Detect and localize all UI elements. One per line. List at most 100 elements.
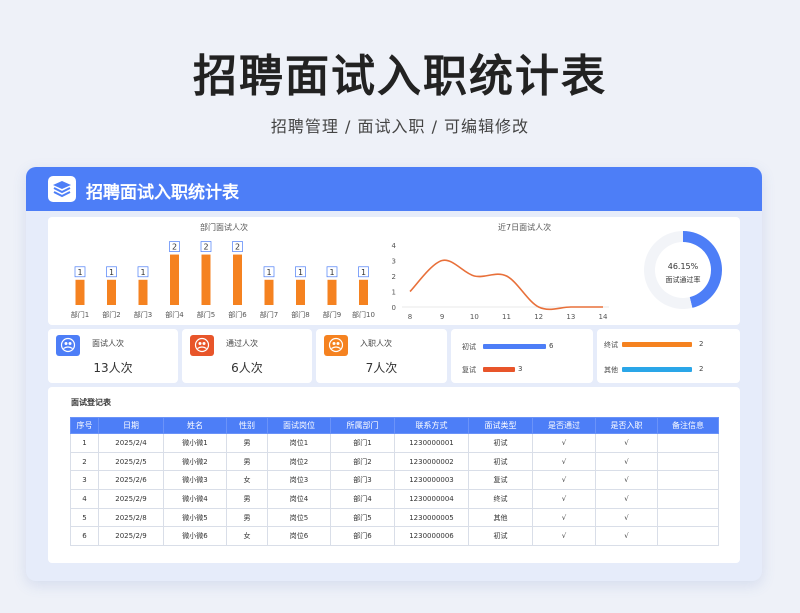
type-bar — [483, 367, 515, 372]
table-row: 6 2025/2/9 微小微6 女岗位6 部门6 1230000006 初试 √ √ — [70, 526, 719, 547]
column-header: 联系方式 — [394, 417, 469, 434]
table-cell: 微小微6 — [163, 526, 227, 547]
table-cell — [657, 470, 719, 491]
bar-chart-title: 部门面试人次 — [200, 223, 248, 232]
table-cell: √ — [595, 470, 658, 491]
table-cell — [657, 489, 719, 509]
y-tick-label: 2 — [392, 273, 396, 281]
data-label: 1 — [298, 268, 303, 277]
table-cell: 1 — [70, 433, 99, 453]
x-tick-label: 14 — [599, 313, 608, 321]
chart-panel: 部门面试人次 1 部门1 1 部门2 1 部门3 2 部门4 2 部门5 2 部门6 1 部门7 1 部门8 1… — [48, 217, 740, 325]
y-tick-label: 3 — [392, 258, 396, 266]
table-cell: 2 — [70, 451, 99, 472]
bar — [359, 279, 368, 305]
table-cell: 5 — [70, 507, 99, 528]
bar — [75, 279, 85, 305]
table-cell: 男 — [226, 489, 268, 509]
users-icon — [56, 335, 80, 356]
table-cell: √ — [595, 526, 658, 547]
column-header: 面试类型 — [468, 417, 533, 434]
type-label: 复试 — [462, 366, 476, 374]
table-cell: 微小微1 — [163, 433, 227, 453]
table-panel: 面试登记表 序号 日期 姓名 性别 面试岗位 所属部门 联系方式 面试类型 是否… — [48, 387, 740, 563]
type-value: 2 — [699, 365, 704, 373]
type-value: 2 — [699, 340, 704, 348]
table-cell: √ — [595, 451, 658, 472]
table-cell: 2025/2/5 — [98, 451, 164, 472]
table-cell: 部门1 — [330, 433, 395, 453]
data-label: 2 — [235, 243, 240, 252]
table-cell: 1230000004 — [394, 489, 469, 509]
table-cell: 部门6 — [330, 526, 395, 547]
x-tick-label: 部门1 — [71, 310, 89, 319]
table-cell: 部门5 — [330, 507, 395, 528]
page-title: 招聘面试入职统计表 — [193, 51, 607, 102]
table-row: 1 2025/2/4 微小微1 男岗位1 部门1 1230000001 初试 √ √ — [70, 433, 719, 453]
x-tick-label: 13 — [566, 313, 575, 321]
x-tick-label: 部门4 — [165, 310, 184, 319]
table-cell: 1230000003 — [394, 470, 469, 491]
bar — [264, 279, 274, 305]
column-header: 所属部门 — [330, 417, 395, 434]
table-cell: √ — [532, 489, 596, 509]
table-cell: 1230000001 — [394, 433, 469, 453]
table-cell: 女 — [226, 526, 268, 547]
x-tick-label: 部门9 — [323, 310, 341, 319]
line-chart: 012348 9 10 11 12 13 14 — [392, 242, 609, 321]
column-header: 姓名 — [163, 417, 227, 434]
table-cell: 2025/2/4 — [98, 433, 164, 453]
x-tick-label: 部门5 — [197, 310, 215, 319]
column-header: 是否入职 — [595, 417, 658, 434]
table-cell: 部门2 — [330, 451, 395, 472]
type-label: 初试 — [462, 343, 476, 351]
table-row: 2 2025/2/5 微小微2 男岗位2 部门2 1230000002 初试 √ √ — [70, 451, 719, 472]
table-cell: √ — [532, 433, 596, 453]
x-tick-label: 11 — [502, 313, 511, 321]
table-cell: 2025/2/8 — [98, 507, 164, 528]
type-bar — [622, 342, 692, 347]
table-cell: 岗位5 — [267, 507, 331, 528]
data-label: 1 — [140, 268, 145, 277]
data-label: 1 — [77, 268, 82, 277]
type-value: 6 — [549, 342, 554, 350]
table-cell — [657, 526, 719, 547]
table-cell — [657, 451, 719, 472]
kpi-interviews: 面试人次 13人次 — [48, 329, 178, 383]
table-row: 3 2025/2/6 微小微3 女岗位3 部门3 1230000003 复试 √ √ — [70, 470, 719, 491]
type-bar — [622, 367, 692, 372]
data-label: 1 — [361, 268, 366, 277]
type-label: 其他 — [604, 366, 618, 374]
x-tick-label: 部门8 — [291, 310, 309, 319]
card-title: 招聘面试入职统计表 — [86, 183, 239, 203]
table-cell: 初试 — [468, 526, 533, 547]
donut-value-label: 46.15% — [668, 262, 699, 271]
y-tick-label: 0 — [392, 304, 396, 312]
bar — [201, 254, 211, 305]
column-header: 性别 — [226, 417, 268, 434]
table-cell — [657, 507, 719, 528]
table-cell: 初试 — [468, 451, 533, 472]
x-tick-label: 8 — [408, 313, 412, 321]
y-tick-label: 1 — [392, 289, 396, 297]
y-tick-label: 4 — [392, 242, 397, 250]
table-cell: 岗位2 — [267, 451, 331, 472]
table-cell: 男 — [226, 507, 268, 528]
table-cell: √ — [595, 507, 658, 528]
table-cell: 1230000006 — [394, 526, 469, 547]
table-cell: 女 — [226, 470, 268, 491]
x-tick-label: 部门7 — [260, 310, 278, 319]
table-cell: √ — [532, 470, 596, 491]
table-cell: 男 — [226, 433, 268, 453]
x-tick-label: 部门6 — [228, 310, 247, 319]
column-header: 序号 — [70, 417, 99, 434]
user-check-icon — [190, 335, 214, 356]
kpi-value: 6人次 — [231, 361, 263, 375]
kpi-value: 13人次 — [93, 361, 133, 375]
table-cell: √ — [532, 526, 596, 547]
column-header: 是否通过 — [532, 417, 596, 434]
column-header: 面试岗位 — [267, 417, 331, 434]
column-header: 备注信息 — [657, 417, 719, 434]
x-tick-label: 10 — [470, 313, 479, 321]
table-cell: 男 — [226, 451, 268, 472]
